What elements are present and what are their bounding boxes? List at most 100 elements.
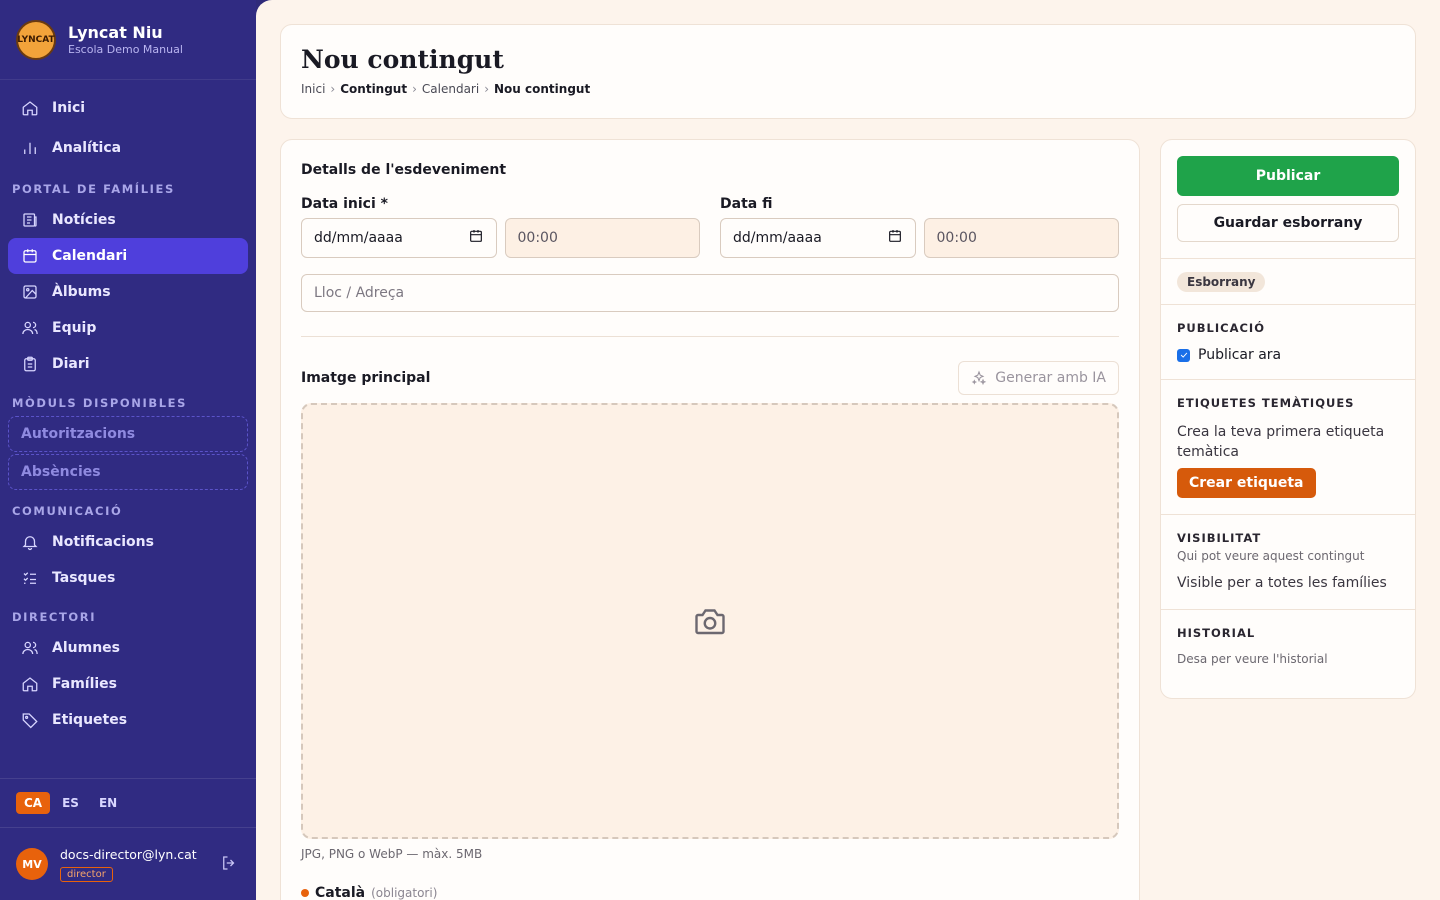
sidebar-item-noticies[interactable]: Notícies: [8, 202, 248, 238]
breadcrumb-current: Nou contingut: [494, 82, 591, 96]
calendar-icon[interactable]: [887, 228, 903, 248]
start-date-value: dd/mm/aaaa: [314, 230, 403, 246]
brand[interactable]: LYNCAT Lyncat Niu Escola Demo Manual: [0, 0, 256, 80]
tag-icon: [20, 710, 40, 730]
breadcrumb-separator: ›: [412, 82, 417, 96]
sidebar-item-label: Notificacions: [52, 534, 154, 550]
lang-en[interactable]: EN: [91, 792, 125, 814]
list-check-icon: [20, 568, 40, 588]
end-date-input[interactable]: dd/mm/aaaa: [720, 218, 916, 258]
sidebar-item-label: Àlbums: [52, 284, 111, 300]
visibility-subtitle: Qui pot veure aquest contingut: [1177, 549, 1365, 563]
image-hint: JPG, PNG o WebP — màx. 5MB: [301, 847, 483, 861]
main-image-label: Imatge principal: [301, 370, 431, 386]
image-dropzone[interactable]: [301, 403, 1119, 839]
generate-ai-label: Generar amb IA: [995, 370, 1106, 386]
image-icon: [20, 282, 40, 302]
sidebar-item-label: Notícies: [52, 212, 116, 228]
bar-chart-icon: [20, 138, 40, 158]
sidebar-item-label: Alumnes: [52, 640, 120, 656]
sidebar-item-analitica[interactable]: Analítica: [8, 128, 248, 168]
breadcrumb-inici[interactable]: Inici: [301, 82, 325, 96]
tags-title: ETIQUETES TEMÀTIQUES: [1177, 396, 1355, 410]
users-icon: [20, 638, 40, 658]
event-form: Detalls de l'esdeveniment Data inici * d…: [280, 139, 1140, 900]
sidebar-item-label: Diari: [52, 356, 90, 372]
language-section: Català (obligatori): [301, 885, 1119, 900]
sidebar-item-albums[interactable]: Àlbums: [8, 274, 248, 310]
section-label-directori: DIRECTORI: [12, 610, 97, 624]
section-label-comunicacio: COMUNICACIÓ: [12, 504, 123, 518]
divider: [301, 336, 1119, 337]
users-icon: [20, 318, 40, 338]
newspaper-icon: [20, 210, 40, 230]
lang-es[interactable]: ES: [54, 792, 87, 814]
sidebar-item-label: Inici: [52, 100, 86, 116]
sidebar-item-families[interactable]: Famílies: [8, 666, 248, 702]
sidebar-item-inici[interactable]: Inici: [8, 88, 248, 128]
clipboard-icon: [20, 354, 40, 374]
app-name: Lyncat Niu: [68, 23, 163, 42]
status-badge: Esborrany: [1177, 272, 1266, 292]
lyncat-logo: LYNCAT: [16, 19, 56, 60]
publish-button[interactable]: Publicar: [1177, 156, 1399, 196]
breadcrumb: Inici › Contingut › Calendari › Nou cont…: [301, 82, 1395, 96]
tags-empty-text: Crea la teva primera etiqueta temàtica: [1177, 424, 1385, 460]
start-date-label: Data inici *: [301, 196, 388, 212]
end-date-value: dd/mm/aaaa: [733, 230, 822, 246]
end-date-label: Data fi: [720, 196, 773, 212]
logout-icon[interactable]: [220, 854, 240, 874]
save-draft-button[interactable]: Guardar esborrany: [1177, 204, 1399, 242]
sidebar-item-label: Calendari: [52, 248, 128, 264]
user-email: docs-director@lyn.cat: [60, 846, 197, 862]
create-tag-button[interactable]: Crear etiqueta: [1177, 468, 1316, 498]
generate-ai-button[interactable]: Generar amb IA: [958, 361, 1119, 395]
bell-icon: [20, 532, 40, 552]
sidebar-item-diari[interactable]: Diari: [8, 346, 248, 382]
location-input[interactable]: Lloc / Adreça: [301, 274, 1119, 312]
sidebar-item-notificacions[interactable]: Notificacions: [8, 524, 248, 560]
home-icon: [20, 674, 40, 694]
section-title: Detalls de l'esdeveniment: [301, 162, 507, 178]
avatar[interactable]: MV: [16, 848, 48, 880]
sidebar-item-label: Analítica: [52, 140, 122, 156]
sidebar-item-label: Famílies: [52, 676, 118, 692]
publish-now-label[interactable]: Publicar ara: [1198, 347, 1281, 363]
sidebar-item-label: Tasques: [52, 570, 116, 586]
sidebar-item-etiquetes[interactable]: Etiquetes: [8, 702, 248, 738]
breadcrumb-separator: ›: [330, 82, 336, 96]
sparkles-icon: [971, 370, 987, 386]
module-autoritzacions[interactable]: Autoritzacions: [8, 416, 248, 452]
publish-now-checkbox[interactable]: [1177, 348, 1190, 362]
section-label-modules: MÒDULS DISPONIBLES: [12, 396, 187, 410]
publish-panel: Publicar Guardar esborrany Esborrany PUB…: [1160, 139, 1416, 699]
calendar-icon[interactable]: [468, 228, 484, 248]
language-label: Català: [315, 885, 366, 900]
end-time-input[interactable]: 00:00: [923, 218, 1119, 258]
module-absencies[interactable]: Absències: [8, 454, 248, 490]
language-switcher: CA ES EN: [0, 778, 256, 828]
start-time-input[interactable]: 00:00: [504, 218, 700, 258]
sidebar: LYNCAT Lyncat Niu Escola Demo Manual Ini…: [0, 0, 256, 900]
sidebar-item-equip[interactable]: Equip: [8, 310, 248, 346]
sidebar-item-label: Etiquetes: [52, 712, 128, 728]
sidebar-item-tasques[interactable]: Tasques: [8, 560, 248, 596]
breadcrumb-calendari[interactable]: Calendari: [422, 82, 479, 96]
sidebar-item-alumnes[interactable]: Alumnes: [8, 630, 248, 666]
publication-title: PUBLICACIÓ: [1177, 321, 1265, 335]
camera-icon: [695, 609, 725, 635]
section-label-portal: PORTAL DE FAMÍLIES: [12, 182, 175, 196]
lang-ca[interactable]: CA: [16, 792, 51, 814]
history-title: HISTORIAL: [1177, 626, 1256, 640]
user-panel: MV docs-director@lyn.cat director: [0, 828, 256, 900]
page-title: Nou contingut: [301, 45, 504, 74]
main-content: Nou contingut Inici › Contingut › Calend…: [256, 0, 1440, 900]
visibility-title: VISIBILITAT: [1177, 531, 1262, 545]
sidebar-item-label: Equip: [52, 320, 97, 336]
role-badge: director: [60, 866, 113, 882]
breadcrumb-contingut[interactable]: Contingut: [340, 82, 407, 96]
start-date-input[interactable]: dd/mm/aaaa: [301, 218, 497, 258]
breadcrumb-separator: ›: [484, 82, 490, 96]
visibility-value: Visible per a totes les famílies: [1177, 575, 1387, 591]
sidebar-item-calendari[interactable]: Calendari: [8, 238, 248, 274]
